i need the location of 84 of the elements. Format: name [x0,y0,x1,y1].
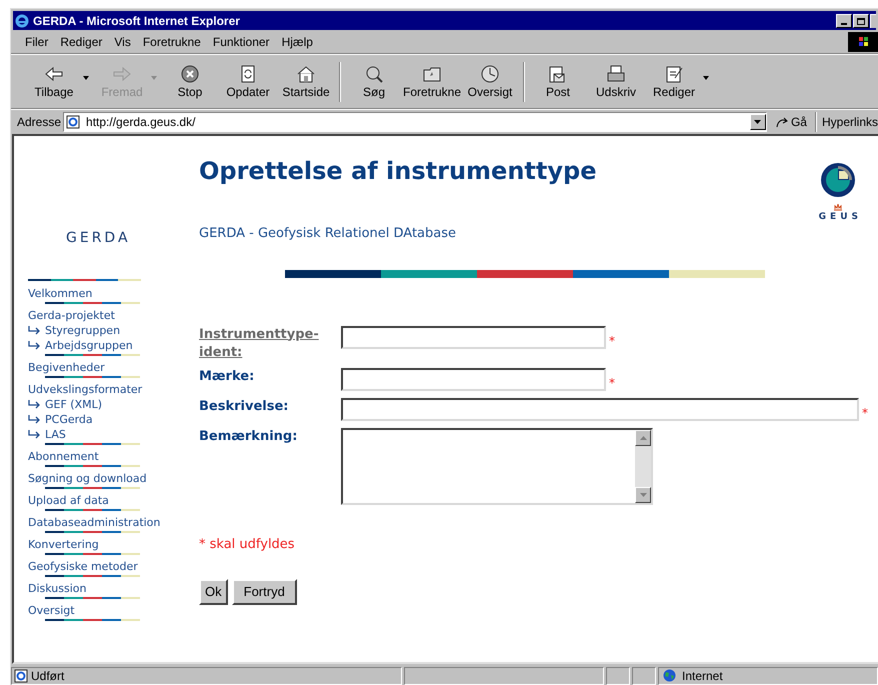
status-pane [632,666,656,684]
menu-item[interactable]: Vis [108,32,137,50]
menu-item[interactable]: Filer [19,32,54,50]
site-logo: GERDA [66,229,131,248]
menu-item[interactable]: Hjælp [276,32,319,50]
text-field[interactable] [341,326,606,348]
caret-icon [754,120,762,124]
geus-logo-text: GEUS [818,211,862,224]
address-label: Adresse [17,114,62,131]
minimize-button[interactable] [836,14,852,28]
required-mark: * [862,404,868,422]
required-mark: * [609,374,615,392]
dropdown-button[interactable] [750,114,766,130]
page-icon [14,668,28,682]
field-label: Mærke: [199,368,254,386]
form-button[interactable]: Fortryd [232,579,297,605]
go-button[interactable]: Gå [766,113,815,131]
toolbar-button[interactable]: Foretrukne [403,64,461,100]
windows-logo-icon [848,32,878,52]
nav-link[interactable]: Styregruppen [45,323,120,338]
toolbar-button[interactable]: Tilbage [25,64,93,100]
return-arrow-icon [28,400,41,409]
required-note: * skal udfyldes [199,536,295,554]
maximize-button[interactable] [853,14,869,28]
nav-link[interactable]: Søgning og download [28,471,147,486]
field-label: Beskrivelse: [199,398,288,416]
page-icon [66,115,80,129]
field-label: Bemærkning: [199,428,298,446]
dropdown-caret-icon[interactable] [83,76,89,80]
nav-link[interactable]: Upload af data [28,493,109,508]
printer-icon [605,64,627,84]
nav-link[interactable]: Udvekslingsformater [28,382,142,397]
nav-link[interactable]: Gerda-projektet [28,308,115,323]
links-label[interactable]: Hyperlinks [816,113,878,131]
geus-logo-icon [820,162,856,198]
toolbar-button[interactable]: Udskriv [587,64,645,100]
nav-link[interactable]: Oversigt [28,603,75,618]
nav-link[interactable]: Velkommen [28,286,92,301]
nav-link[interactable]: Diskussion [28,581,86,596]
return-arrow-icon [28,326,41,335]
page-subtitle: GERDA - Geofysisk Relationel DAtabase [199,225,456,243]
menu-item[interactable]: Foretrukne [136,32,207,50]
nav-link[interactable]: PCGerda [45,412,93,427]
nav-link[interactable]: Konvertering [28,537,99,552]
crown-icon [834,204,842,211]
menu-item[interactable]: Rediger [54,32,108,50]
window-title: GERDA - Microsoft Internet Explorer [33,12,240,30]
page-title: Oprettelse af instrumenttype [199,156,596,186]
comment-field[interactable] [341,428,653,504]
toolbar-button[interactable]: Post [529,64,587,100]
nav-link[interactable]: Abonnement [28,449,99,464]
address-field[interactable]: http://gerda.geus.dk/ [63,112,767,132]
status-pane [606,666,630,684]
dropdown-caret-icon[interactable] [703,76,709,80]
browser-logo-icon [15,14,29,28]
return-arrow-icon [28,415,41,424]
nav-link[interactable]: LAS [45,427,66,442]
return-arrow-icon [28,341,41,350]
globe-icon [663,669,676,682]
nav-link[interactable]: Databaseadministration [28,515,160,530]
stop-icon [179,64,201,84]
toolbar-button[interactable]: Stop [161,64,219,100]
form-button[interactable]: Ok [199,579,228,605]
toolbar-button[interactable]: Søg [345,64,403,100]
menu-item[interactable]: Funktioner [206,32,276,50]
required-mark: * [609,332,615,350]
zone-indicator: Internet [658,666,878,684]
toolbar-button[interactable]: Rediger [645,64,713,100]
toolbar-button[interactable]: Oversigt [461,64,519,100]
house-icon [295,64,317,84]
close-button[interactable] [870,14,876,28]
nav-link[interactable]: GEF (XML) [45,397,102,412]
nav-link[interactable]: Geofysiske metoder [28,559,138,574]
return-arrow-icon [28,430,41,439]
nav-link[interactable]: Arbejdsgruppen [45,338,133,353]
toolbar-button[interactable]: Opdater [219,64,277,100]
field-link[interactable]: Instrumenttype-ident: [199,326,341,362]
status-text: Udført [11,666,402,684]
text-field[interactable] [341,398,859,420]
curved-arrow-icon [774,116,789,128]
clock-icon [479,64,501,84]
text-field[interactable] [341,368,606,390]
toolbar-button[interactable]: Startside [277,64,335,100]
nav-link[interactable]: Begivenheder [28,360,105,375]
